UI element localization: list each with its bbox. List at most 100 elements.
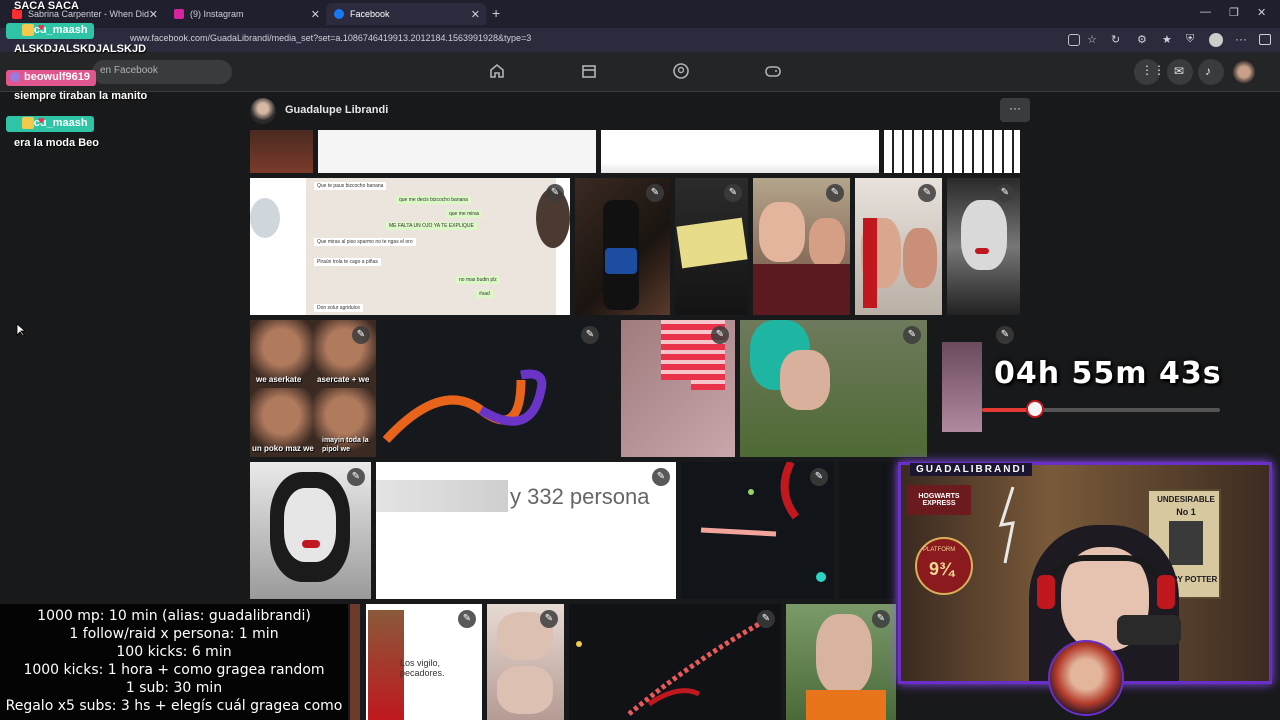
photo-thumbnail[interactable]: ✎ bbox=[947, 178, 1020, 315]
clothing bbox=[753, 264, 850, 315]
edit-photo-icon[interactable]: ✎ bbox=[352, 326, 370, 344]
photo-thumbnail[interactable]: ✎ bbox=[621, 320, 735, 457]
menu-grid-button[interactable]: ⋮⋮ bbox=[1134, 59, 1165, 85]
edit-photo-icon[interactable]: ✎ bbox=[711, 326, 729, 344]
photo-thumbnail[interactable] bbox=[250, 130, 313, 173]
photo-meme-jesus[interactable]: Los vigilo, pecadores. ✎ bbox=[366, 604, 482, 720]
edit-photo-icon[interactable]: ✎ bbox=[826, 184, 844, 202]
photo-thumbnail[interactable]: ✎ bbox=[575, 178, 670, 315]
edit-photo-icon[interactable]: ✎ bbox=[347, 468, 365, 486]
favorites-icon[interactable]: ★ bbox=[1162, 33, 1172, 46]
groups-icon[interactable] bbox=[672, 62, 690, 80]
search-input[interactable]: en Facebook bbox=[92, 60, 232, 84]
gaming-icon[interactable] bbox=[764, 62, 782, 80]
meme-caption: Los vigilo, pecadores. bbox=[400, 658, 445, 678]
tab-label: (9) Instagram bbox=[190, 9, 244, 19]
edit-photo-icon[interactable]: ✎ bbox=[540, 610, 558, 628]
maximize-button[interactable]: ❐ bbox=[1229, 6, 1239, 19]
edit-photo-icon[interactable]: ✎ bbox=[546, 184, 564, 202]
mascot-icon bbox=[1026, 400, 1044, 418]
url-field[interactable]: www.facebook.com/GuadaLibrandi/media_set… bbox=[130, 33, 531, 43]
reader-icon[interactable] bbox=[1068, 34, 1080, 46]
more-options-button[interactable]: ··· bbox=[1000, 98, 1030, 122]
edit-photo-icon[interactable]: ✎ bbox=[646, 184, 664, 202]
address-bar: www.facebook.com/GuadaLibrandi/media_set… bbox=[0, 28, 1280, 52]
photo-thumbnail[interactable] bbox=[884, 130, 1020, 173]
profile-avatar[interactable] bbox=[1209, 33, 1223, 47]
edit-photo-icon[interactable]: ✎ bbox=[581, 326, 599, 344]
face bbox=[780, 350, 830, 410]
edit-photo-icon[interactable]: ✎ bbox=[872, 610, 890, 628]
face bbox=[759, 202, 805, 262]
photo-slither-game[interactable]: ✎ bbox=[681, 462, 834, 599]
edit-photo-icon[interactable]: ✎ bbox=[996, 326, 1014, 344]
edit-photo-icon[interactable]: ✎ bbox=[903, 326, 921, 344]
tab-facebook[interactable]: Facebook ✕ bbox=[326, 3, 486, 25]
photo-thumbnail[interactable]: ✎ bbox=[855, 178, 942, 315]
photo-thumbnail[interactable]: ✎ bbox=[250, 462, 371, 599]
headphone-left bbox=[1037, 575, 1055, 609]
edit-photo-icon[interactable]: ✎ bbox=[724, 184, 742, 202]
photo-slither-game[interactable]: ✎ bbox=[381, 320, 605, 457]
photo-thumbnail[interactable]: ✎ bbox=[740, 320, 927, 457]
new-tab-button[interactable]: + bbox=[492, 5, 500, 21]
chat-message: siempre tiraban la manito bbox=[14, 90, 148, 102]
chat-bubble: Que miras al piso sparmo no te ngas el o… bbox=[314, 238, 416, 246]
edit-photo-icon[interactable]: ✎ bbox=[918, 184, 936, 202]
owner-name[interactable]: Guadalupe Librandi bbox=[285, 104, 388, 116]
close-window-button[interactable]: ✕ bbox=[1257, 6, 1266, 19]
bottle-label bbox=[605, 248, 637, 274]
photo-thumbnail[interactable]: ✎ bbox=[675, 178, 748, 315]
badge-icon bbox=[22, 117, 34, 129]
jesus-figure bbox=[368, 610, 404, 720]
edit-photo-icon[interactable]: ✎ bbox=[652, 468, 670, 486]
photo-thumbnail[interactable]: ✎ bbox=[753, 178, 850, 315]
photo-slither-game[interactable]: ✎ bbox=[569, 604, 781, 720]
minimize-button[interactable]: — bbox=[1200, 6, 1211, 18]
photo-thumbnail[interactable] bbox=[839, 462, 895, 599]
album-header: Guadalupe Librandi ··· bbox=[250, 96, 1030, 126]
photo-thumbnail[interactable] bbox=[601, 130, 879, 173]
extensions-icon[interactable]: ⚙ bbox=[1137, 33, 1147, 46]
notifications-button[interactable]: ♪ bbox=[1198, 59, 1224, 85]
edit-photo-icon[interactable]: ✎ bbox=[458, 610, 476, 628]
sidebar-icon[interactable] bbox=[1259, 34, 1271, 45]
rule-line: 1000 kicks: 1 hora + como gragea random bbox=[23, 662, 325, 678]
photo-thumbnail[interactable] bbox=[350, 604, 360, 720]
platform-sign: PLATFORM 9¾ bbox=[915, 537, 973, 595]
photo-thumbnail[interactable]: ✎ bbox=[786, 604, 896, 720]
home-icon[interactable] bbox=[488, 62, 506, 80]
slither-snake bbox=[576, 621, 761, 716]
photo-screenshot[interactable]: y 332 persona ✎ bbox=[376, 462, 676, 599]
photo-thumbnail[interactable]: ✎ bbox=[487, 604, 564, 720]
photo-chat-screenshot[interactable]: Que te paus bizcocho banana que me decis… bbox=[250, 178, 570, 315]
facebook-icon bbox=[334, 9, 344, 19]
lips bbox=[302, 540, 320, 548]
marketplace-icon[interactable] bbox=[580, 62, 598, 80]
account-avatar[interactable] bbox=[1231, 59, 1257, 85]
close-icon[interactable]: ✕ bbox=[311, 8, 320, 21]
rule-line: 1 sub: 30 min bbox=[125, 680, 223, 696]
messenger-icon: ✉ bbox=[1174, 64, 1185, 78]
tab-instagram[interactable]: (9) Instagram ✕ bbox=[166, 3, 326, 25]
edit-photo-icon[interactable]: ✎ bbox=[810, 468, 828, 486]
facebook-nav: en Facebook ⋮⋮ ✉ ♪ bbox=[0, 52, 1280, 92]
chat-background: Que te paus bizcocho banana que me decis… bbox=[306, 178, 556, 315]
star-icon[interactable]: ☆ bbox=[1087, 33, 1097, 46]
menu-icon[interactable]: ··· bbox=[1235, 32, 1247, 46]
edit-photo-icon[interactable]: ✎ bbox=[757, 610, 775, 628]
shield-icon[interactable]: ⛨ bbox=[1186, 33, 1194, 46]
photo-thumbnail[interactable] bbox=[318, 130, 596, 173]
timer-progress-bar bbox=[982, 408, 1220, 412]
messenger-button[interactable]: ✉ bbox=[1167, 59, 1193, 85]
channel-name-label: GUADALIBRANDI bbox=[910, 463, 1033, 476]
photo-meme[interactable]: we aserkate asercate + we un poko maz we… bbox=[250, 320, 376, 457]
edit-photo-icon[interactable]: ✎ bbox=[996, 184, 1014, 202]
bell-icon: ♪ bbox=[1205, 64, 1211, 78]
subathon-timer: 04h 55m 43s bbox=[994, 356, 1222, 391]
close-icon[interactable]: ✕ bbox=[149, 8, 158, 21]
channel-avatar bbox=[1048, 640, 1124, 716]
owner-avatar[interactable] bbox=[250, 98, 276, 124]
close-icon[interactable]: ✕ bbox=[471, 8, 480, 21]
refresh-icon[interactable]: ↻ bbox=[1111, 33, 1120, 46]
